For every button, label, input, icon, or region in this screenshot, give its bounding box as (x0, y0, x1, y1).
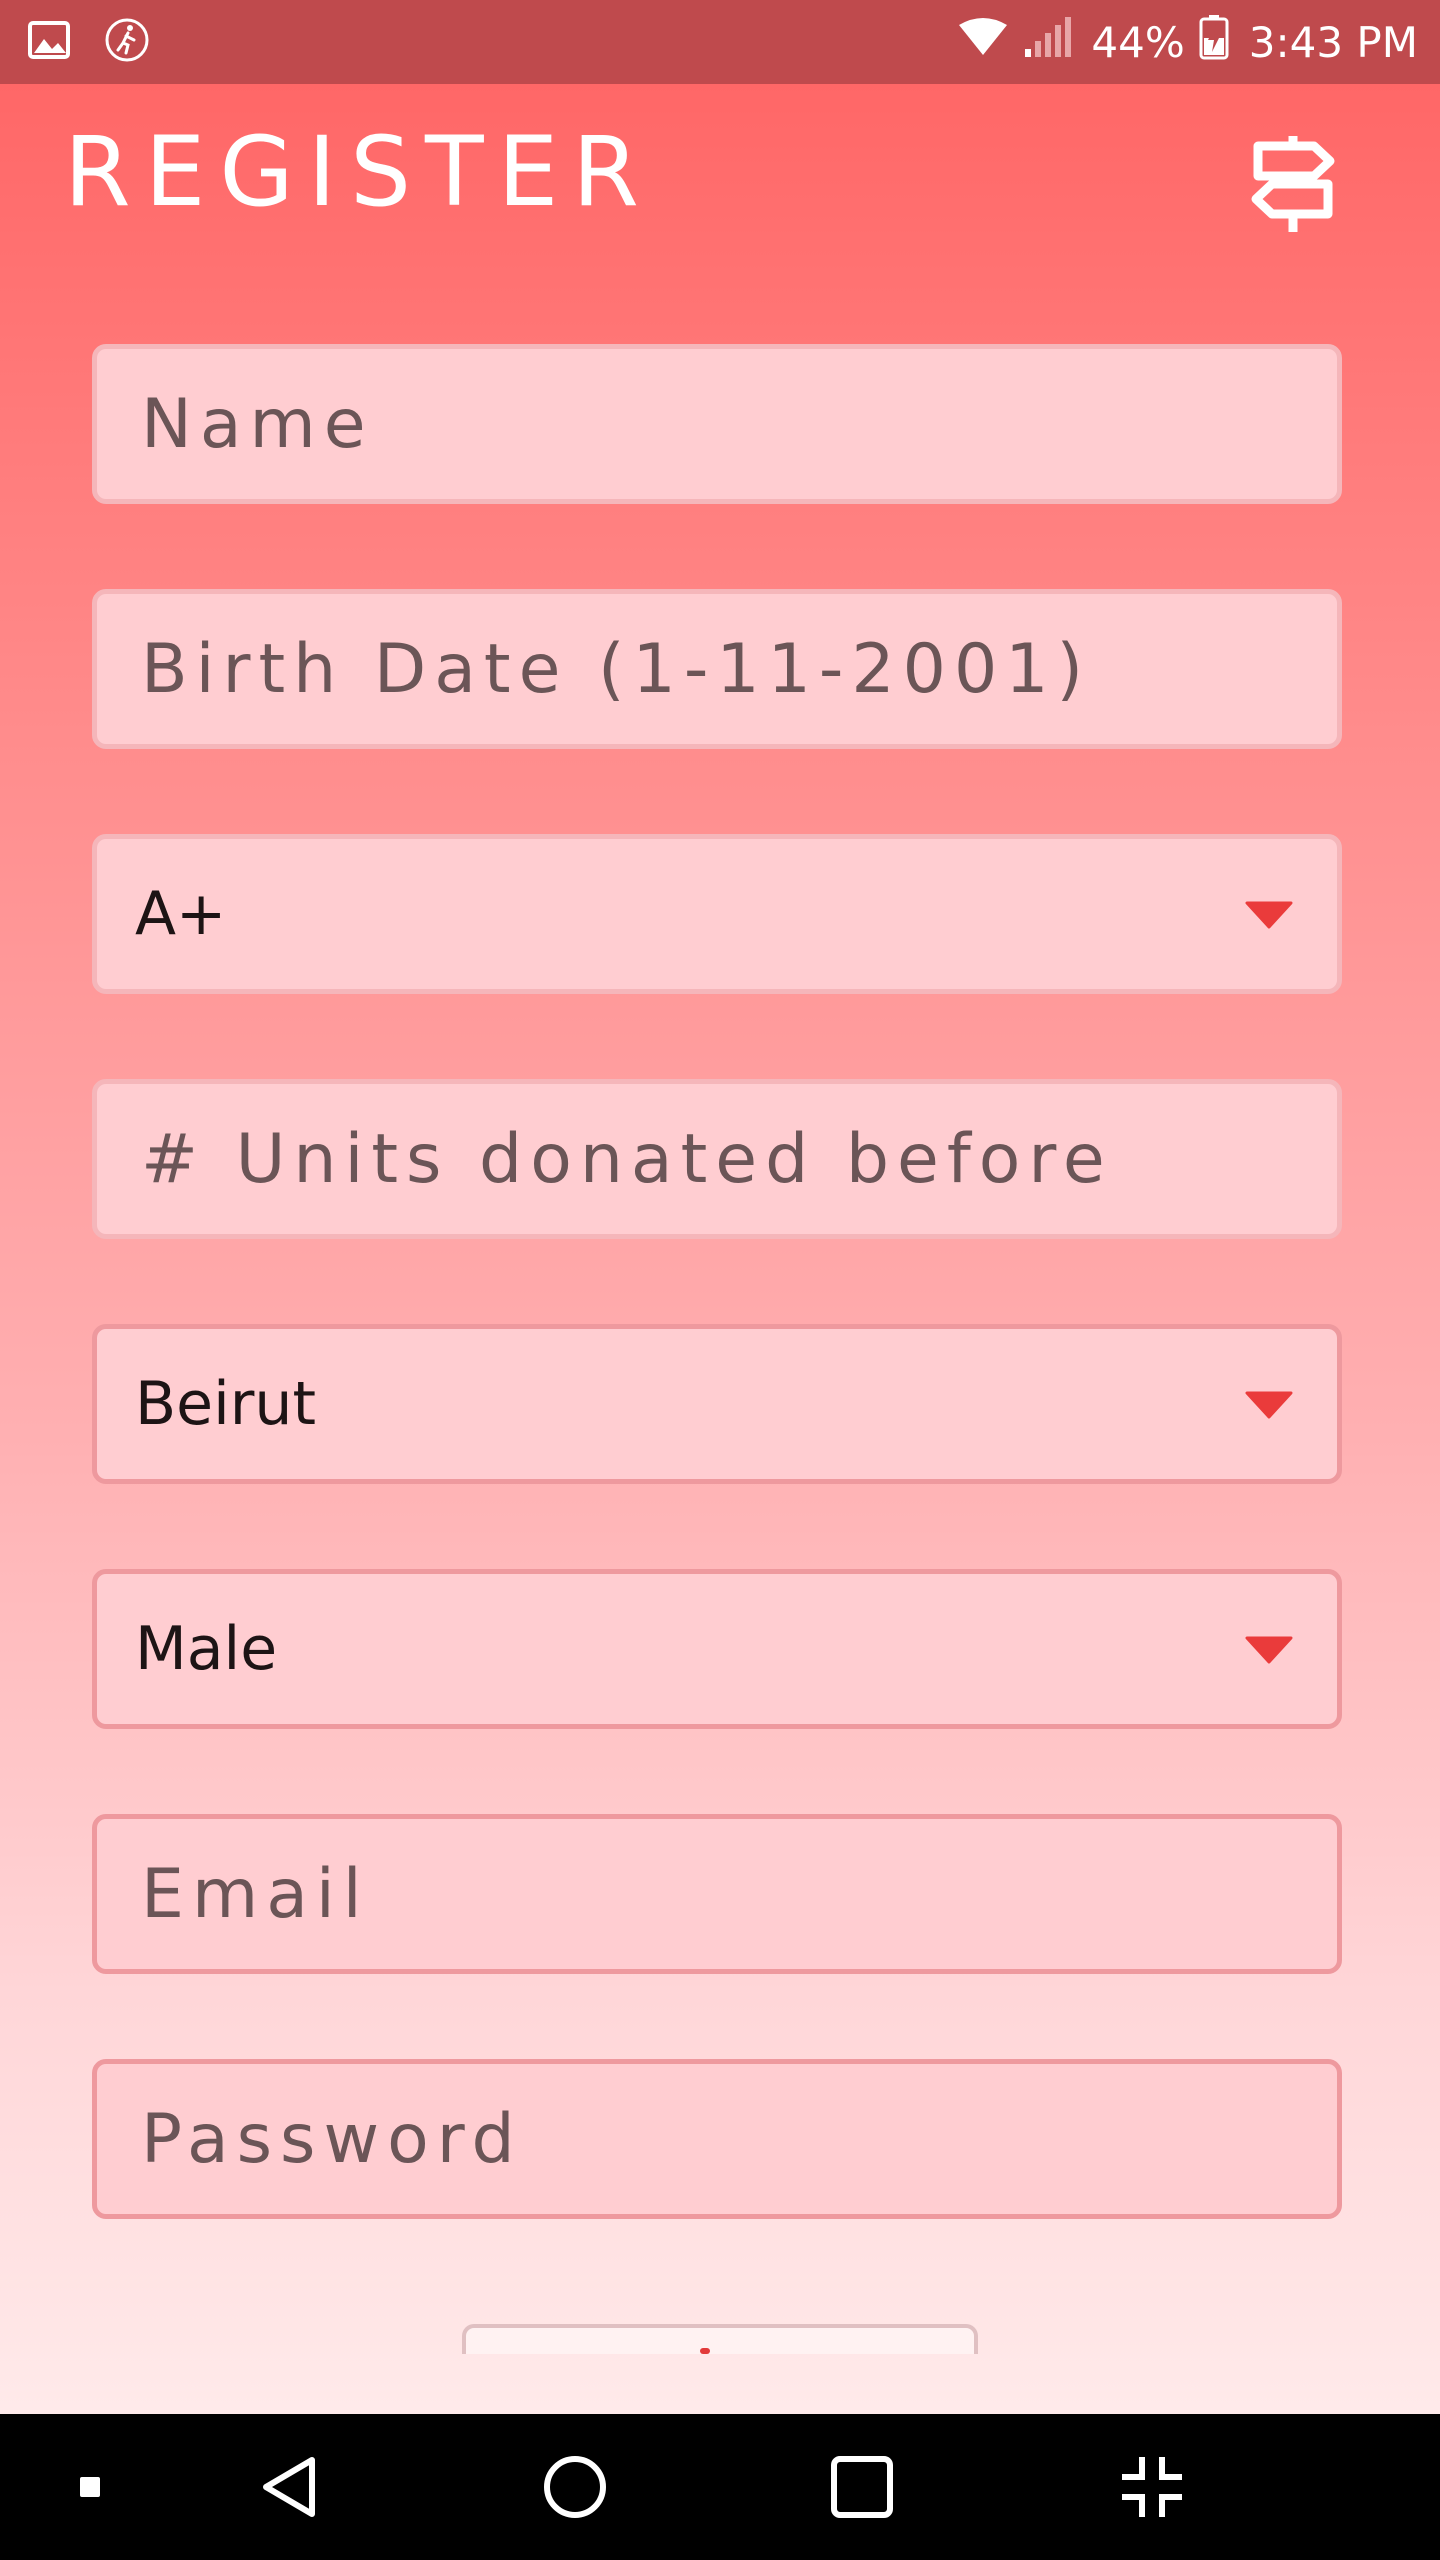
email-placeholder: Email (141, 1854, 370, 1934)
city-dropdown[interactable]: Beirut (92, 1324, 1342, 1484)
back-icon[interactable] (230, 2414, 350, 2560)
chevron-down-icon (1245, 901, 1293, 929)
email-field[interactable]: Email (92, 1814, 1342, 1974)
home-icon[interactable] (515, 2414, 635, 2560)
password-placeholder: Password (141, 2099, 523, 2179)
collapse-icon[interactable] (1092, 2414, 1212, 2560)
signpost-icon[interactable] (1248, 136, 1338, 232)
battery-charging-icon (1199, 14, 1229, 70)
image-icon (28, 21, 70, 63)
navigation-bar (0, 2414, 1440, 2560)
chevron-down-icon (1245, 1391, 1293, 1419)
status-right: 44% 3:43 PM (957, 0, 1418, 84)
blood-type-dropdown[interactable]: A+ (92, 834, 1342, 994)
submit-button[interactable] (462, 2324, 978, 2354)
units-donated-field[interactable]: # Units donated before (92, 1079, 1342, 1239)
units-donated-placeholder: # Units donated before (141, 1119, 1113, 1199)
birth-date-placeholder: Birth Date (1-11-2001) (141, 629, 1091, 709)
blood-type-value: A+ (135, 879, 227, 949)
battery-percentage: 44% (1091, 17, 1185, 67)
gender-dropdown[interactable]: Male (92, 1569, 1342, 1729)
recents-icon[interactable] (802, 2414, 922, 2560)
register-screen: REGISTER Name Birth Date (1-11-2001) A+ … (0, 84, 1440, 2414)
gender-value: Male (135, 1614, 278, 1684)
status-bar: 44% 3:43 PM (0, 0, 1440, 84)
wifi-icon (957, 17, 1009, 67)
chevron-down-icon (1245, 1636, 1293, 1664)
activity-icon (104, 17, 150, 67)
birth-date-field[interactable]: Birth Date (1-11-2001) (92, 589, 1342, 749)
password-field[interactable]: Password (92, 2059, 1342, 2219)
status-time: 3:43 PM (1248, 17, 1418, 67)
city-value: Beirut (135, 1369, 316, 1439)
page-title: REGISTER (64, 116, 653, 228)
name-field[interactable]: Name (92, 344, 1342, 504)
signal-icon (1023, 15, 1073, 69)
small-square-icon[interactable] (60, 2414, 120, 2560)
status-left-icons (28, 18, 150, 66)
name-placeholder: Name (141, 384, 374, 464)
submit-button-fragment (700, 2348, 710, 2354)
